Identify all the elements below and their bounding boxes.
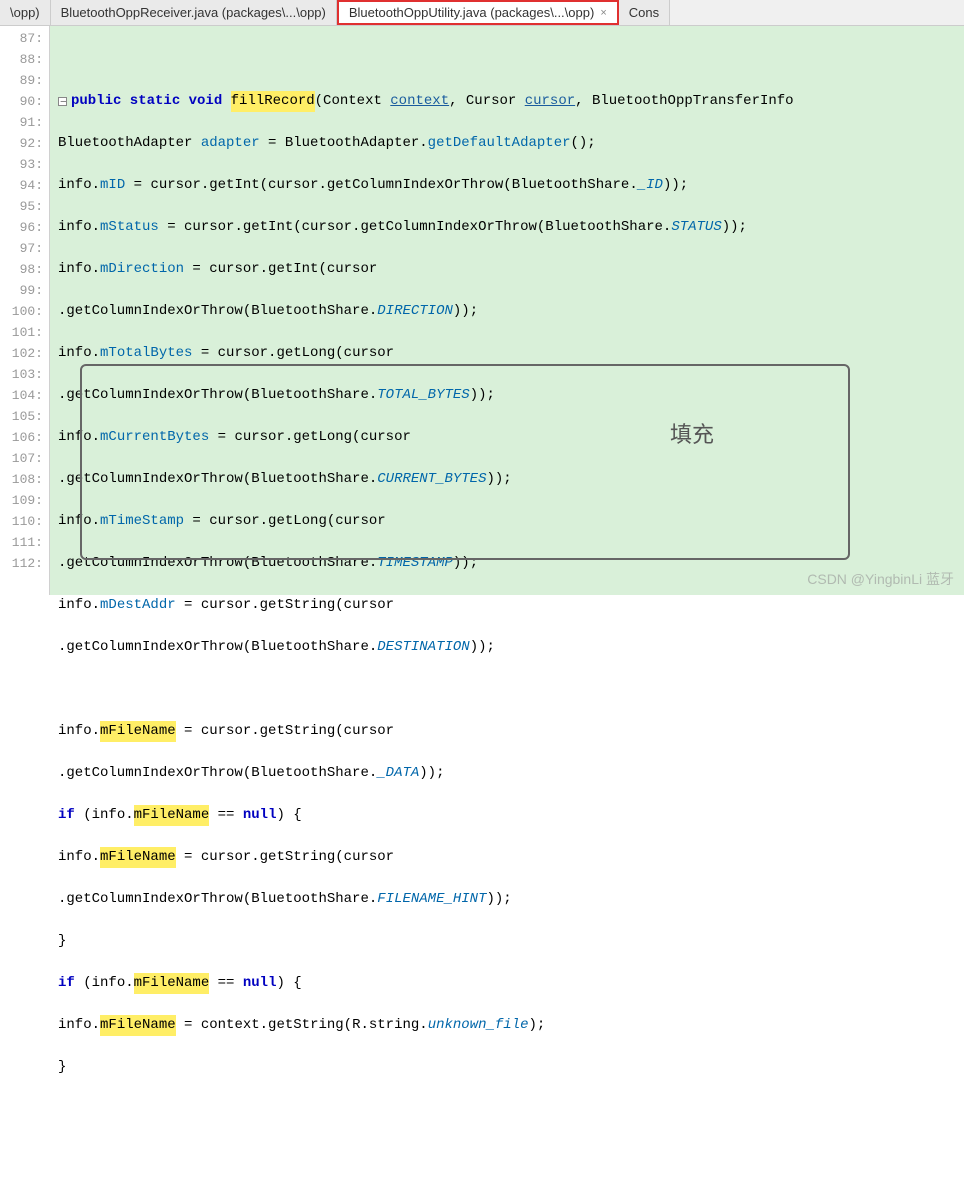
fold-icon[interactable]	[58, 97, 67, 106]
line-number: 104:	[0, 385, 43, 406]
code-line: info.mStatus = cursor.getInt(cursor.getC…	[58, 217, 964, 238]
line-number-gutter: 87:88:89:90:91:92:93:94:95:96:97:98:99:1…	[0, 26, 50, 595]
tab-cons-fragment[interactable]: Cons	[619, 0, 670, 25]
tab-bluetooth-opp-utility[interactable]: BluetoothOppUtility.java (packages\...\o…	[337, 0, 619, 25]
line-number: 89:	[0, 70, 43, 91]
code-line: if (info.mFileName == null) {	[58, 973, 964, 994]
line-number: 94:	[0, 175, 43, 196]
code-line: .getColumnIndexOrThrow(BluetoothShare.DE…	[58, 637, 964, 658]
line-number: 87:	[0, 28, 43, 49]
line-number: 93:	[0, 154, 43, 175]
code-line: if (info.mFileName == null) {	[58, 805, 964, 826]
code-line: info.mTimeStamp = cursor.getLong(cursor	[58, 511, 964, 532]
line-number: 100:	[0, 301, 43, 322]
code-line	[58, 1099, 964, 1120]
line-number: 92:	[0, 133, 43, 154]
code-line: }	[58, 931, 964, 952]
code-line: .getColumnIndexOrThrow(BluetoothShare.FI…	[58, 889, 964, 910]
tab-opp-fragment[interactable]: \opp)	[0, 0, 51, 25]
code-editor[interactable]: 87:88:89:90:91:92:93:94:95:96:97:98:99:1…	[0, 26, 964, 595]
line-number: 91:	[0, 112, 43, 133]
code-line: info.mFileName = context.getString(R.str…	[58, 1015, 964, 1036]
code-line: .getColumnIndexOrThrow(BluetoothShare.DI…	[58, 301, 964, 322]
line-number: 109:	[0, 490, 43, 511]
line-number: 98:	[0, 259, 43, 280]
code-line: info.mFileName = cursor.getString(cursor	[58, 721, 964, 742]
line-number: 102:	[0, 343, 43, 364]
line-number: 106:	[0, 427, 43, 448]
code-line: info.mDestAddr = cursor.getString(cursor	[58, 595, 964, 616]
code-line: BluetoothAdapter adapter = BluetoothAdap…	[58, 133, 964, 154]
code-line: info.mCurrentBytes = cursor.getLong(curs…	[58, 427, 964, 448]
line-number: 101:	[0, 322, 43, 343]
code-line: .getColumnIndexOrThrow(BluetoothShare.CU…	[58, 469, 964, 490]
editor-tabs: \opp) BluetoothOppReceiver.java (package…	[0, 0, 964, 26]
line-number: 99:	[0, 280, 43, 301]
code-line: info.mID = cursor.getInt(cursor.getColum…	[58, 175, 964, 196]
line-number: 88:	[0, 49, 43, 70]
code-line: info.mDirection = cursor.getInt(cursor	[58, 259, 964, 280]
code-line: }	[58, 1057, 964, 1078]
code-line: .getColumnIndexOrThrow(BluetoothShare._D…	[58, 763, 964, 784]
line-number: 95:	[0, 196, 43, 217]
line-number: 112:	[0, 553, 43, 574]
code-line	[58, 49, 964, 70]
line-number: 97:	[0, 238, 43, 259]
code-line: .getColumnIndexOrThrow(BluetoothShare.TO…	[58, 385, 964, 406]
code-line	[58, 679, 964, 700]
line-number: 105:	[0, 406, 43, 427]
close-icon[interactable]: ×	[600, 7, 606, 19]
line-number: 103:	[0, 364, 43, 385]
code-line: info.mFileName = cursor.getString(cursor	[58, 847, 964, 868]
tab-bluetooth-opp-receiver[interactable]: BluetoothOppReceiver.java (packages\...\…	[51, 0, 337, 25]
line-number: 90:	[0, 91, 43, 112]
line-number: 108:	[0, 469, 43, 490]
code-line: info.mTotalBytes = cursor.getLong(cursor	[58, 343, 964, 364]
line-number: 111:	[0, 532, 43, 553]
code-line: .getColumnIndexOrThrow(BluetoothShare.TI…	[58, 553, 964, 574]
line-number: 107:	[0, 448, 43, 469]
code-line: public static void fillRecord(Context co…	[58, 91, 964, 112]
line-number: 110:	[0, 511, 43, 532]
code-area[interactable]: public static void fillRecord(Context co…	[50, 26, 964, 595]
line-number: 96:	[0, 217, 43, 238]
